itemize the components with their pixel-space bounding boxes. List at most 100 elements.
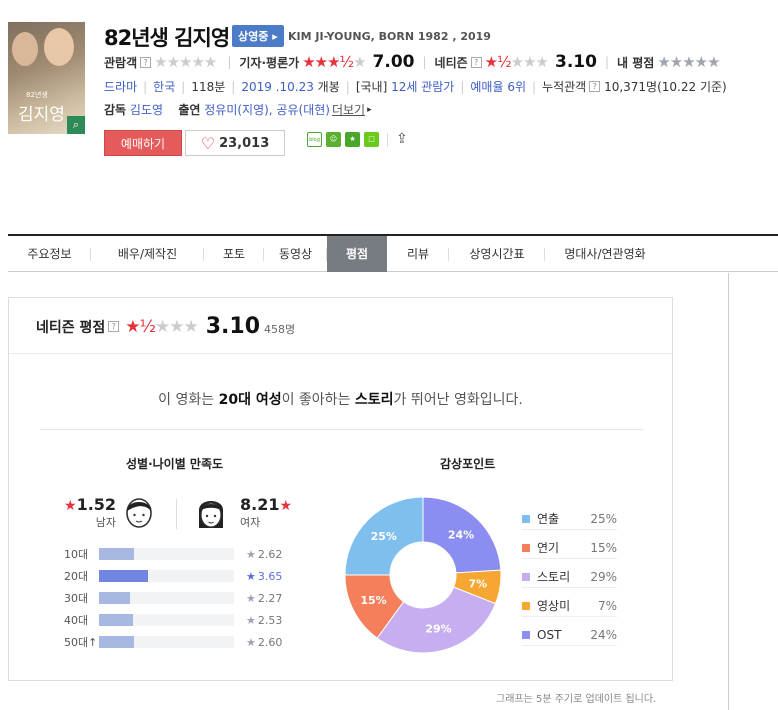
help-icon[interactable]: ? (140, 56, 152, 68)
age-bar (99, 570, 234, 582)
male-avatar-icon (126, 498, 152, 528)
credits-row: 감독 김도영 출연 정유미(지영), 공유(대현) 더보기 ▸ (104, 101, 372, 118)
chevron-right-icon: ▸ (367, 104, 372, 115)
booking-rank-link[interactable]: 예매율 6위 (470, 78, 526, 95)
poster-figure (44, 28, 74, 66)
legend-label: 연출 (537, 512, 560, 526)
legend-value: 15% (590, 540, 617, 555)
blog-share-icon[interactable]: blog (307, 132, 322, 147)
divider (9, 353, 672, 354)
male-score: 1.52 (76, 495, 117, 514)
star-icon: ★ (246, 635, 256, 649)
pie-label: 7% (468, 578, 487, 591)
poster-title: 김지영 (18, 105, 65, 125)
rating-prefix: [국내] (355, 80, 388, 94)
tab-main-info[interactable]: 주요정보 (8, 236, 91, 272)
my-rating-stars[interactable]: ★★★★★ (657, 53, 720, 71)
age-row: 20대 ★ 3.65 (64, 568, 282, 584)
bookmark-share-icon[interactable]: ★ (345, 132, 360, 147)
pie-label: 15% (360, 594, 386, 607)
legend-swatch (522, 630, 530, 639)
genre-link[interactable]: 드라마 (104, 78, 137, 95)
critic-score: 7.00 (372, 52, 415, 72)
info-row: 드라마 | 한국 | 118분 | 2019 .10.23 개봉 | [국내] … (104, 78, 727, 95)
age-score: ★ 2.27 (246, 591, 283, 605)
demographics-title: 성별·나이별 만족도 (126, 457, 224, 471)
age-label: 40대 (64, 614, 89, 627)
director-link[interactable]: 김도영 (130, 101, 163, 118)
share-icon[interactable]: ⇪ (396, 132, 408, 147)
legend-value: 29% (590, 569, 617, 584)
country-link[interactable]: 한국 (153, 78, 175, 95)
age-score: ★ 2.62 (246, 547, 283, 561)
legend-value: 24% (590, 627, 617, 642)
female-score-block: 8.21★ 여자 (240, 495, 292, 530)
age-bar (99, 614, 234, 626)
tab-cast-crew[interactable]: 배우/제작진 (91, 236, 204, 272)
zoom-icon[interactable]: ⌕ (67, 116, 85, 134)
my-rating-label: 내 평점 (617, 55, 655, 70)
help-icon[interactable]: ? (108, 321, 120, 332)
rating-summary: 이 영화는 20대 여성이 좋아하는 스토리가 뛰어난 영화입니다. (158, 392, 523, 408)
age-bar-fill (99, 614, 133, 626)
runtime: 118분 (191, 80, 226, 94)
legend-label: 영상미 (537, 599, 571, 613)
age-score: ★ 2.60 (246, 635, 283, 649)
divider (176, 499, 177, 529)
tab-video[interactable]: 동영상 (264, 236, 327, 272)
share-bar: blog ☺ ★ □ ⇪ (307, 132, 408, 147)
release-date-link[interactable]: 2019 .10.23 (241, 80, 314, 94)
legend-item: 영상미 7% (522, 595, 617, 617)
age-bar-fill (99, 592, 130, 604)
more-link[interactable]: 더보기 (332, 101, 365, 118)
star-icon: ★ (246, 569, 256, 583)
legend-label: 스토리 (537, 570, 571, 584)
female-score: 8.21 (240, 495, 280, 514)
legend-item: 연기 15% (522, 537, 617, 559)
tab-showtimes[interactable]: 상영시간표 (449, 236, 545, 272)
age-rating-link[interactable]: 12세 관람가 (391, 78, 454, 95)
panel-stars: ★½★★★ (125, 316, 198, 337)
help-icon[interactable]: ? (470, 56, 482, 68)
like-button[interactable]: ♡ 23,013 (185, 130, 285, 156)
critic-rating-label: 기자·평론가 (239, 55, 300, 70)
panel-title: 네티즌 평점 (36, 319, 106, 336)
age-bar (99, 548, 234, 560)
tab-ratings[interactable]: 평점 (327, 236, 387, 272)
memo-share-icon[interactable]: □ (364, 132, 379, 147)
divider (387, 132, 388, 147)
director-label: 감독 (104, 103, 127, 117)
legend-swatch (522, 572, 530, 581)
divider: | (422, 55, 427, 69)
cumulative-label: 누적관객 (542, 80, 587, 94)
tab-quotes-related[interactable]: 명대사/연관영화 (545, 236, 665, 272)
netizen-rating-label: 네티즌 (434, 55, 468, 70)
release-suffix: 개봉 (317, 80, 340, 94)
reserve-button[interactable]: 예매하기 (104, 130, 182, 156)
heart-icon: ♡ (200, 133, 216, 153)
movie-poster[interactable]: 82년생 김지영 ⌕ (8, 22, 85, 134)
age-label: 50대↑ (64, 636, 98, 649)
legend-swatch (522, 601, 530, 610)
help-icon[interactable]: ? (589, 81, 601, 92)
tab-reviews[interactable]: 리뷰 (387, 236, 449, 272)
legend-label: 연기 (537, 541, 560, 555)
age-bar (99, 636, 234, 648)
age-row: 50대↑ ★ 2.60 (64, 634, 282, 650)
summary-highlight-point: 스토리 (354, 392, 394, 408)
movie-title[interactable]: 82년생 김지영 (104, 22, 230, 52)
legend-item: OST 24% (522, 624, 617, 646)
appreciation-donut-chart: 24% 7% 29% 15% 25% (344, 496, 502, 654)
rating-count: 458명 (264, 322, 296, 336)
male-score-block: ★1.52 남자 (64, 495, 116, 530)
column-divider (728, 273, 729, 710)
tab-photo[interactable]: 포토 (204, 236, 264, 272)
age-label: 30대 (64, 592, 89, 605)
cafe-share-icon[interactable]: ☺ (326, 132, 341, 147)
panel-header: 네티즌 평점 ? ★½★★★ 3.10 458명 (36, 314, 295, 339)
age-bar-fill (99, 570, 148, 582)
age-bar-fill (99, 548, 134, 560)
audience-rating-label: 관람객 (104, 55, 138, 70)
cast-link[interactable]: 정유미(지영), 공유(대현) (204, 101, 330, 118)
poster-subtext: 82년생 (26, 91, 48, 99)
